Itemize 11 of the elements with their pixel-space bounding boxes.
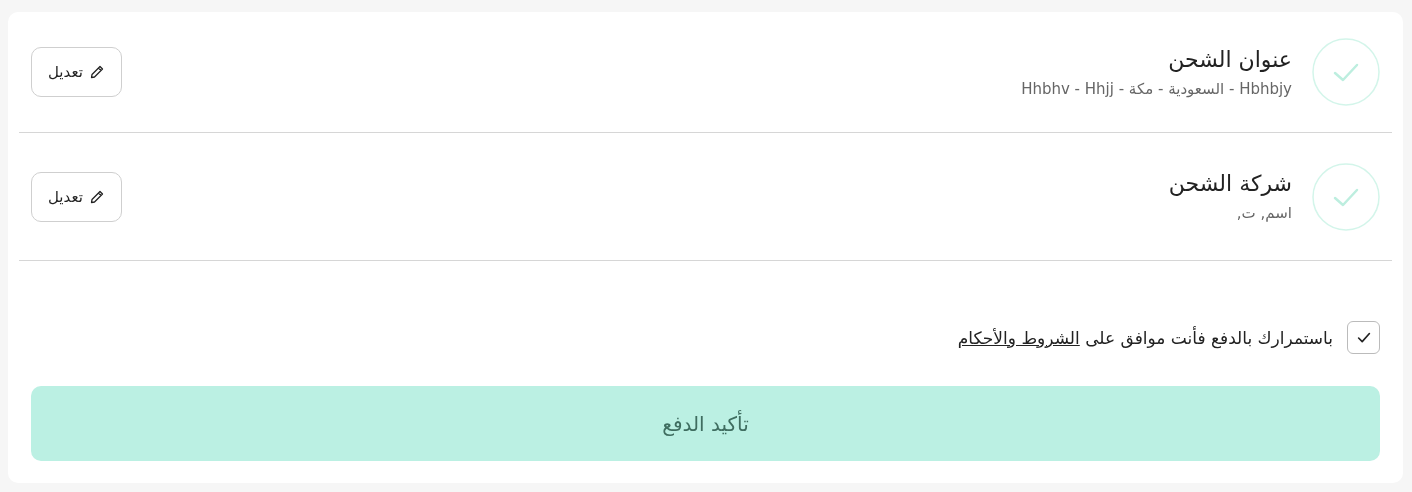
pencil-icon <box>88 64 105 80</box>
edit-button[interactable]: تعديل <box>31 47 122 97</box>
step-detail: اسم, ت, <box>1235 204 1292 222</box>
terms-agreement-text: باستمرارك بالدفع فأنت موافق على الشروط والأحكام <box>957 327 1333 348</box>
terms-checkbox[interactable] <box>1347 321 1380 354</box>
step-detail: Hbhbjy - السعودية - مكة - Hhbhv - Hhjj <box>1020 79 1292 98</box>
step-title: شركة الشحن <box>1167 171 1292 196</box>
terms-link[interactable]: الشروط والأحكام <box>957 327 1080 348</box>
step-title: عنوان الشحن <box>1167 46 1292 72</box>
edit-button[interactable]: تعديل <box>31 171 122 222</box>
pencil-icon <box>88 188 105 205</box>
